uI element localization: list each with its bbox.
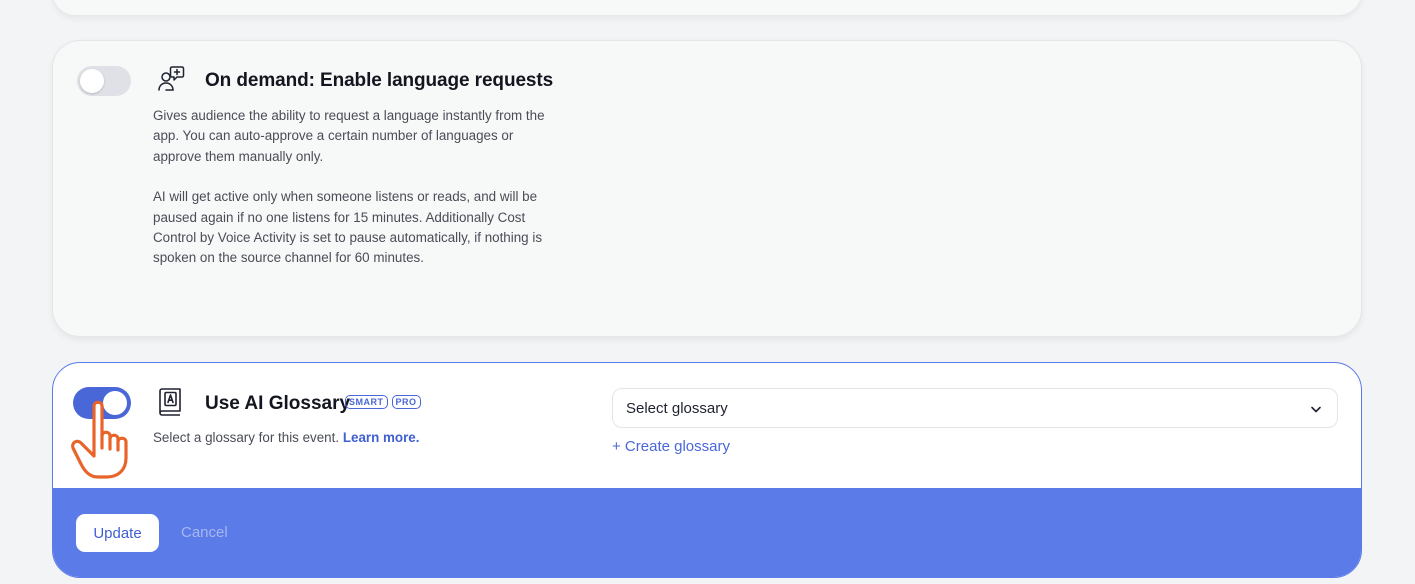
toggle-knob bbox=[80, 69, 104, 93]
on-demand-description: Gives audience the ability to request a … bbox=[153, 106, 553, 269]
cancel-button[interactable]: Cancel bbox=[181, 524, 228, 541]
ai-glossary-card: Use AI Glossary SMART PRO Select a gloss… bbox=[52, 362, 1362, 578]
update-button[interactable]: Update bbox=[76, 514, 159, 552]
ai-glossary-title: Use AI Glossary bbox=[205, 393, 351, 414]
ai-glossary-description: Select a glossary for this event. Learn … bbox=[153, 430, 419, 445]
on-demand-toggle[interactable] bbox=[77, 66, 131, 96]
glossary-select-value: Select glossary bbox=[626, 400, 728, 417]
description-paragraph-2: AI will get active only when someone lis… bbox=[153, 189, 543, 266]
on-demand-title: On demand: Enable language requests bbox=[205, 70, 554, 91]
create-glossary-link[interactable]: + Create glossary bbox=[612, 438, 730, 455]
smart-badge: SMART bbox=[345, 395, 388, 409]
previous-setting-card bbox=[52, 0, 1362, 16]
glossary-select[interactable]: Select glossary bbox=[612, 388, 1338, 428]
plan-badges: SMART PRO bbox=[345, 395, 421, 409]
ai-glossary-desc-text: Select a glossary for this event. bbox=[153, 430, 340, 445]
action-footer: Update Cancel bbox=[53, 488, 1361, 577]
page: On demand: Enable language requests Give… bbox=[0, 0, 1415, 584]
person-plus-icon bbox=[158, 66, 185, 91]
hand-pointer-cursor bbox=[71, 400, 128, 479]
learn-more-link[interactable]: Learn more. bbox=[343, 430, 420, 445]
description-paragraph-1: Gives audience the ability to request a … bbox=[153, 108, 545, 164]
chevron-down-icon bbox=[1311, 406, 1321, 413]
on-demand-card: On demand: Enable language requests Give… bbox=[52, 40, 1362, 337]
pro-badge: PRO bbox=[391, 395, 421, 409]
book-icon bbox=[159, 388, 181, 416]
